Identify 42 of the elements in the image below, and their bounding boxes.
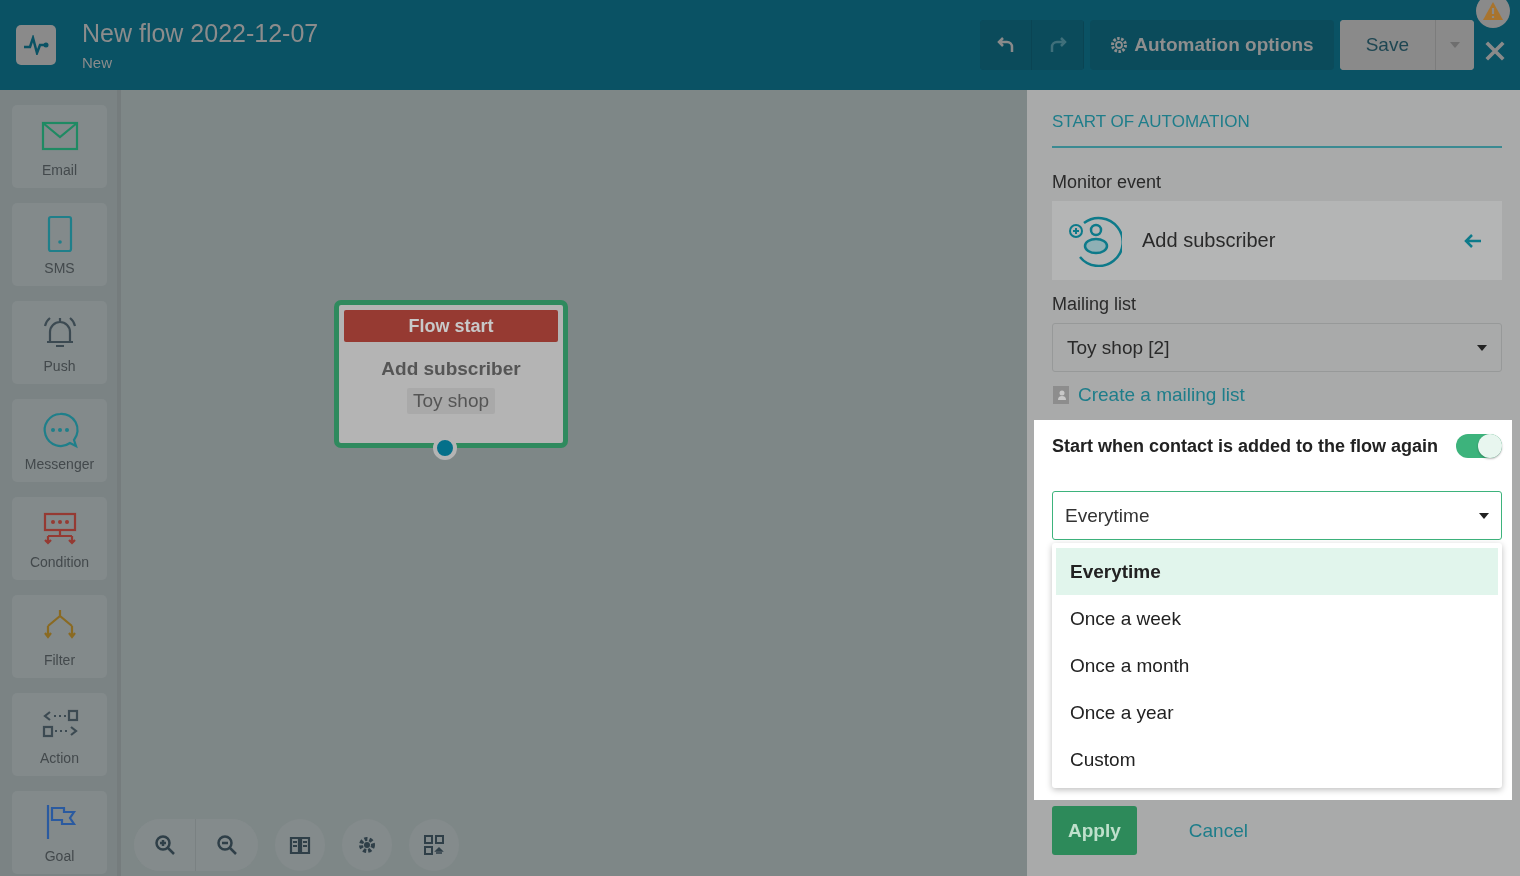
contact-book-icon bbox=[1052, 385, 1070, 405]
cancel-button[interactable]: Cancel bbox=[1182, 818, 1254, 843]
restart-toggle[interactable] bbox=[1456, 434, 1502, 458]
toggle-label: Start when contact is added to the flow again bbox=[1052, 435, 1439, 457]
gear-icon bbox=[1110, 36, 1129, 54]
dropdown-option[interactable]: Everytime bbox=[1056, 548, 1498, 595]
create-mailing-list-link[interactable]: Create a mailing list bbox=[1078, 384, 1245, 406]
settings-icon bbox=[356, 834, 378, 856]
tool-item[interactable]: Push bbox=[12, 301, 107, 384]
field-label: Mailing list bbox=[1052, 294, 1138, 315]
layout-icon bbox=[423, 834, 445, 856]
event-card[interactable]: Add subscriber bbox=[1052, 201, 1502, 280]
tool-item[interactable]: Filter bbox=[12, 595, 107, 678]
tool-item[interactable]: Email bbox=[12, 105, 107, 188]
caret-icon bbox=[1450, 42, 1460, 48]
flow-node[interactable]: Flow start Add subscriber Toy shop bbox=[334, 300, 568, 448]
flow-title: New flow 2022-12-07 bbox=[82, 19, 320, 48]
zoom-in-icon bbox=[153, 834, 176, 856]
undo-icon bbox=[995, 35, 1016, 55]
field-label: Monitor event bbox=[1052, 172, 1163, 193]
pulse-logo-icon bbox=[16, 25, 56, 65]
book-icon bbox=[289, 834, 311, 856]
mailing-list-select[interactable]: Toy shop [2] bbox=[1052, 323, 1502, 372]
back-arrow-icon[interactable] bbox=[1464, 232, 1482, 249]
node-list-tag: Toy shop bbox=[406, 388, 495, 414]
save-button[interactable]: Save bbox=[1339, 20, 1436, 70]
caret-icon bbox=[1479, 512, 1489, 519]
add-user-icon bbox=[1066, 214, 1122, 267]
tool-item[interactable]: Condition bbox=[12, 497, 107, 580]
apply-button[interactable]: Apply bbox=[1052, 806, 1137, 855]
tool-item[interactable]: Goal bbox=[12, 791, 107, 874]
flow-status: New bbox=[82, 54, 113, 71]
caret-icon bbox=[1477, 344, 1487, 351]
tool-item[interactable]: SMS bbox=[12, 203, 107, 286]
node-event: Add subscriber bbox=[381, 358, 521, 380]
zoom-out-icon bbox=[216, 834, 238, 856]
automation-options-button[interactable]: Automation options bbox=[1090, 20, 1334, 70]
tool-item[interactable]: Messenger bbox=[12, 399, 107, 482]
section-title: START OF AUTOMATION bbox=[1052, 112, 1502, 148]
tool-item[interactable]: Action bbox=[12, 693, 107, 776]
node-header: Flow start bbox=[344, 310, 558, 342]
frequency-select[interactable]: Everytime bbox=[1052, 491, 1502, 540]
